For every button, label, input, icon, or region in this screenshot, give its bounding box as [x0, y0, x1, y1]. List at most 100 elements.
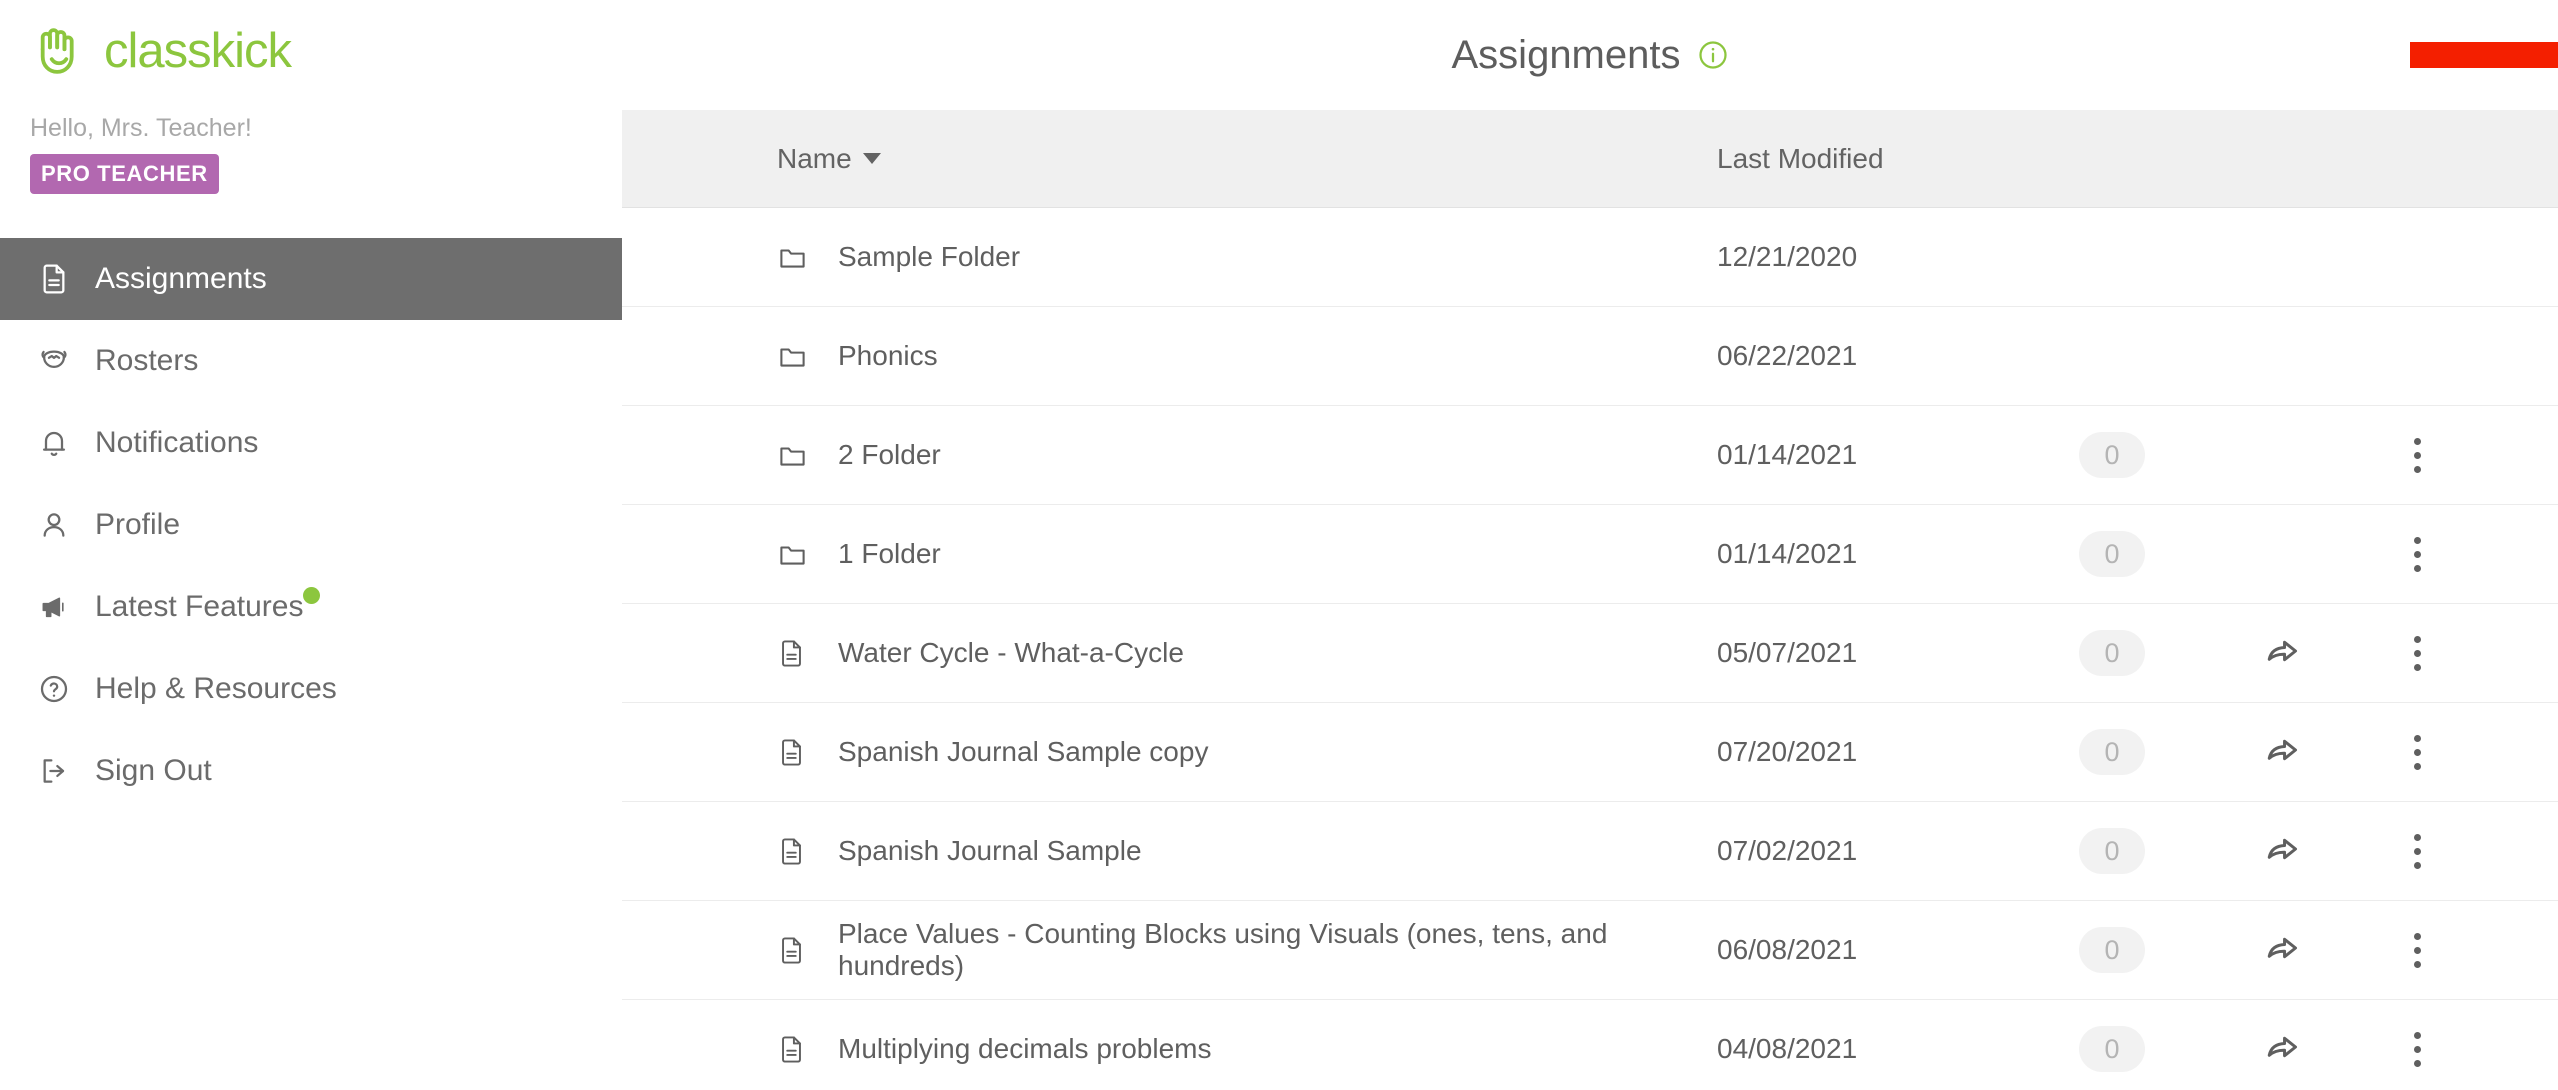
- sidebar: classkick Hello, Mrs. Teacher! PRO TEACH…: [0, 0, 622, 1090]
- column-header-name-label: Name: [777, 142, 852, 174]
- row-name-label: Spanish Journal Sample: [838, 835, 1142, 866]
- row-share-cell[interactable]: [2207, 831, 2357, 872]
- row-count-cell: 0: [2017, 630, 2207, 676]
- table-row[interactable]: Sample Folder 12/21/2020: [622, 208, 2558, 307]
- row-last-modified: 04/08/2021: [1717, 1033, 1858, 1064]
- document-icon: [36, 261, 72, 297]
- row-share-cell[interactable]: [2207, 633, 2357, 674]
- megaphone-icon: [36, 589, 72, 625]
- sidebar-item-help-resources[interactable]: Help & Resources: [0, 648, 622, 730]
- sidebar-item-profile[interactable]: Profile: [0, 484, 622, 566]
- table-row[interactable]: Spanish Journal Sample copy 07/20/2021 0: [622, 703, 2558, 802]
- row-last-modified: 12/21/2020: [1717, 241, 1858, 272]
- row-name-cell[interactable]: Multiplying decimals problems: [622, 1031, 1717, 1067]
- sidebar-item-label: Assignments: [95, 262, 267, 295]
- sidebar-item-sign-out[interactable]: Sign Out: [0, 730, 622, 812]
- right-arrow-annotation: [2410, 22, 2558, 93]
- kebab-menu-icon[interactable]: [2413, 437, 2421, 473]
- row-name-cell[interactable]: Place Values - Counting Blocks using Vis…: [622, 918, 1717, 982]
- folder-icon: [777, 437, 810, 473]
- row-name-cell[interactable]: Spanish Journal Sample: [622, 833, 1717, 869]
- row-menu-cell[interactable]: [2357, 1031, 2477, 1067]
- sidebar-item-label: Latest Features: [95, 587, 321, 624]
- table-row[interactable]: Place Values - Counting Blocks using Vis…: [622, 901, 2558, 1000]
- row-name-label: Multiplying decimals problems: [838, 1033, 1212, 1064]
- row-share-cell[interactable]: [2207, 930, 2357, 971]
- row-share-cell[interactable]: [2207, 1029, 2357, 1070]
- row-name-label: Spanish Journal Sample copy: [838, 736, 1209, 767]
- table-header-row: Name Last Modified: [622, 110, 2558, 208]
- row-menu-cell[interactable]: [2357, 635, 2477, 671]
- row-count-cell: 0: [2017, 729, 2207, 775]
- brand-name: classkick: [104, 24, 292, 78]
- row-name-cell[interactable]: Sample Folder: [622, 239, 1717, 275]
- page-title: Assignments: [1451, 32, 1681, 77]
- kebab-menu-icon[interactable]: [2413, 635, 2421, 671]
- share-arrow-icon[interactable]: [2262, 831, 2302, 872]
- table-row[interactable]: Spanish Journal Sample 07/02/2021 0: [622, 802, 2558, 901]
- row-name-label: Phonics: [838, 340, 938, 371]
- row-menu-cell[interactable]: [2357, 536, 2477, 572]
- greeting-text: Hello, Mrs. Teacher!: [30, 114, 252, 142]
- row-name-cell[interactable]: Phonics: [622, 338, 1717, 374]
- student-count-badge: 0: [2079, 630, 2145, 676]
- column-header-last-modified[interactable]: Last Modified: [1717, 143, 2017, 175]
- page-title-group: Assignments: [1452, 33, 1729, 78]
- table-row[interactable]: Water Cycle - What-a-Cycle 05/07/2021 0: [622, 604, 2558, 703]
- row-menu-cell[interactable]: [2357, 437, 2477, 473]
- sidebar-item-notifications[interactable]: Notifications: [0, 402, 622, 484]
- table-row[interactable]: 2 Folder 01/14/2021 0: [622, 406, 2558, 505]
- row-count-cell: 0: [2017, 828, 2207, 874]
- row-name-label: 2 Folder: [838, 439, 941, 470]
- row-name-cell[interactable]: Spanish Journal Sample copy: [622, 734, 1717, 770]
- row-name-label: Place Values - Counting Blocks using Vis…: [838, 918, 1608, 981]
- main-content: Assignments Name Last Modified Sample Fo…: [622, 0, 2558, 1090]
- sidebar-item-label: Help & Resources: [95, 672, 337, 705]
- kebab-menu-icon[interactable]: [2413, 536, 2421, 572]
- sidebar-item-label: Profile: [95, 508, 181, 541]
- kebab-menu-icon[interactable]: [2413, 734, 2421, 770]
- bell-icon: [36, 425, 72, 461]
- pro-teacher-badge: PRO TEACHER: [30, 154, 219, 194]
- row-name-label: Sample Folder: [838, 241, 1021, 272]
- page-header: Assignments: [622, 0, 2558, 110]
- share-arrow-icon[interactable]: [2262, 930, 2302, 971]
- row-name-cell[interactable]: 2 Folder: [622, 437, 1717, 473]
- sign-out-icon: [36, 753, 72, 789]
- row-menu-cell[interactable]: [2357, 833, 2477, 869]
- owl-icon: [36, 343, 72, 379]
- row-count-cell: 0: [2017, 432, 2207, 478]
- folder-icon: [777, 536, 810, 572]
- share-arrow-icon[interactable]: [2262, 1029, 2302, 1070]
- share-arrow-icon[interactable]: [2262, 732, 2302, 773]
- sidebar-item-label: Notifications: [95, 426, 259, 459]
- table-row[interactable]: Phonics 06/22/2021: [622, 307, 2558, 406]
- sidebar-item-rosters[interactable]: Rosters: [0, 320, 622, 402]
- table-row[interactable]: Multiplying decimals problems 04/08/2021 0: [622, 1000, 2558, 1090]
- sidebar-nav: Assignments Rosters Notifications Profil…: [0, 238, 622, 812]
- share-arrow-icon[interactable]: [2262, 633, 2302, 674]
- sidebar-item-label: Sign Out: [95, 754, 212, 787]
- row-last-modified: 06/08/2021: [1717, 934, 1858, 965]
- sidebar-item-assignments[interactable]: Assignments: [0, 238, 622, 320]
- document-icon: [777, 1031, 810, 1067]
- row-name-cell[interactable]: Water Cycle - What-a-Cycle: [622, 635, 1717, 671]
- row-name-cell[interactable]: 1 Folder: [622, 536, 1717, 572]
- kebab-menu-icon[interactable]: [2413, 833, 2421, 869]
- sidebar-item-latest-features[interactable]: Latest Features: [0, 566, 622, 648]
- chevron-down-icon: [862, 153, 881, 164]
- row-count-cell: 0: [2017, 531, 2207, 577]
- sidebar-item-text: Latest Features: [95, 590, 304, 623]
- column-header-name[interactable]: Name: [622, 143, 1717, 175]
- document-icon: [777, 932, 810, 968]
- brand-logo[interactable]: classkick: [0, 0, 622, 80]
- row-menu-cell[interactable]: [2357, 932, 2477, 968]
- info-circle-icon[interactable]: [1698, 40, 1728, 70]
- kebab-menu-icon[interactable]: [2413, 1031, 2421, 1067]
- kebab-menu-icon[interactable]: [2413, 932, 2421, 968]
- table-row[interactable]: 1 Folder 01/14/2021 0: [622, 505, 2558, 604]
- folder-icon: [777, 338, 810, 374]
- row-last-modified: 05/07/2021: [1717, 637, 1858, 668]
- row-menu-cell[interactable]: [2357, 734, 2477, 770]
- row-share-cell[interactable]: [2207, 732, 2357, 773]
